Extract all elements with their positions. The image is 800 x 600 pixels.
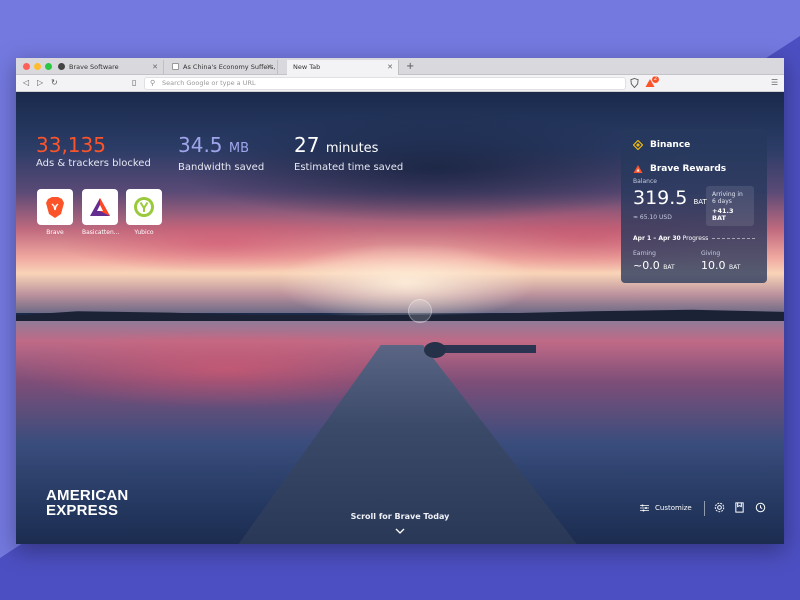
balance-section: Balance 319.5 BAT ≈ 65.10 USD: [633, 178, 707, 221]
address-placeholder: Search Google or type a URL: [162, 79, 256, 87]
back-icon[interactable]: ◁: [23, 77, 29, 89]
zoom-window-button[interactable]: [45, 63, 52, 70]
progress-period: Apr 1 – Apr 30 Progress: [633, 235, 755, 242]
menu-icon[interactable]: ☰: [771, 78, 778, 88]
rewards-card-header[interactable]: Brave Rewards: [633, 161, 755, 177]
divider: [704, 501, 705, 516]
balance-label: Balance: [633, 178, 657, 185]
rewards-widget: Binance Brave Rewards Balance 319.5 BAT …: [621, 129, 767, 283]
balance-value: 319.5 BAT: [633, 187, 707, 209]
bookmark-icon[interactable]: ▯: [132, 77, 136, 89]
github-icon: [58, 63, 65, 70]
customize-label: Customize: [655, 504, 692, 512]
top-site-label: Yubico: [134, 229, 154, 236]
scroll-prompt[interactable]: Scroll for Brave Today: [16, 512, 784, 521]
bandwidth-label: Bandwidth saved: [178, 162, 265, 173]
binance-card-header[interactable]: Binance: [633, 137, 755, 153]
top-site-yubico[interactable]: Yubico: [126, 189, 162, 236]
tab-strip: Brave Software ✕ As China's Economy Suff…: [16, 58, 784, 75]
pier: [436, 345, 536, 353]
tab-news-article[interactable]: As China's Economy Suffers, Xi F... ✕: [166, 60, 278, 75]
close-window-button[interactable]: [23, 63, 30, 70]
close-icon[interactable]: ✕: [387, 60, 393, 74]
time-saved-value: 27 minutes: [294, 133, 379, 157]
bookmarks-icon[interactable]: [734, 502, 745, 513]
history-icon[interactable]: [755, 502, 766, 513]
close-icon[interactable]: ✕: [152, 60, 158, 74]
balance-usd: ≈ 65.10 USD: [633, 214, 672, 221]
bat-triangle-icon: [82, 189, 118, 225]
window-controls: [23, 63, 52, 70]
period-label: Progress: [682, 235, 709, 242]
period-range: Apr 1 – Apr 30: [633, 235, 681, 242]
toolbar: ◁ ▷ ↻ ▯ ⚲ Search Google or type a URL 2 …: [16, 75, 784, 92]
settings-icon[interactable]: [714, 502, 725, 513]
rewards-title: Brave Rewards: [650, 164, 727, 174]
ads-blocked-label: Ads & trackers blocked: [36, 158, 151, 169]
close-icon[interactable]: ✕: [266, 60, 272, 74]
notification-badge: 2: [652, 76, 659, 83]
cursor-indicator: [408, 299, 432, 323]
tab-title: New Tab: [293, 63, 321, 71]
yubico-icon: [126, 189, 162, 225]
brave-shields-icon[interactable]: [630, 78, 639, 88]
sliders-icon: [640, 504, 649, 512]
binance-icon: [633, 140, 643, 150]
binance-title: Binance: [650, 140, 691, 150]
background-image: 33,135 Ads & trackers blocked 34.5 MB Ba…: [16, 93, 784, 544]
bandwidth-value: 34.5 MB: [178, 133, 250, 157]
boat: [424, 342, 446, 358]
earning-label: Earning: [633, 250, 656, 257]
chevron-down-icon[interactable]: [395, 527, 405, 535]
time-saved-stat: 27 minutes Estimated time saved: [294, 133, 403, 173]
earning-section: Earning ~0.0 BAT: [633, 250, 675, 272]
search-icon: ⚲: [150, 79, 156, 87]
top-site-label: Basicatten...: [82, 229, 120, 236]
address-bar[interactable]: ⚲ Search Google or type a URL: [144, 77, 626, 90]
arriving-box: Arriving in 6 days +41.3 BAT: [706, 186, 754, 226]
new-tab-button[interactable]: +: [406, 60, 414, 74]
sponsor-line1: AMERICAN: [46, 487, 129, 504]
arriving-amount: +41.3 BAT: [712, 207, 734, 222]
brave-lion-icon: [37, 189, 73, 225]
top-site-brave[interactable]: Brave: [37, 189, 73, 236]
giving-value: 10.0 BAT: [701, 259, 741, 272]
minimize-window-button[interactable]: [34, 63, 41, 70]
tab-brave-software[interactable]: Brave Software ✕: [52, 60, 164, 75]
divider: [712, 238, 755, 239]
browser-window: Brave Software ✕ As China's Economy Suff…: [16, 58, 784, 544]
tab-title: Brave Software: [69, 63, 119, 71]
bat-triangle-icon: [633, 165, 643, 173]
tab-new-tab[interactable]: New Tab ✕: [287, 60, 399, 75]
forward-icon[interactable]: ▷: [37, 77, 43, 89]
tab-title: As China's Economy Suffers, Xi F...: [183, 63, 277, 71]
giving-section: Giving 10.0 BAT: [701, 250, 740, 272]
ads-blocked-stat: 33,135 Ads & trackers blocked: [36, 133, 151, 169]
top-site-label: Brave: [46, 229, 64, 236]
top-site-basicattention[interactable]: Basicatten...: [82, 189, 120, 236]
customize-button[interactable]: Customize: [640, 504, 692, 512]
wsj-icon: [172, 63, 179, 70]
sunset-glow: [276, 243, 536, 323]
earning-value: ~0.0 BAT: [633, 259, 675, 272]
ads-blocked-count: 33,135: [36, 133, 106, 157]
arriving-label: Arriving in 6 days: [712, 191, 743, 205]
bandwidth-stat: 34.5 MB Bandwidth saved: [178, 133, 264, 173]
reload-icon[interactable]: ↻: [51, 77, 58, 89]
time-saved-label: Estimated time saved: [294, 162, 404, 173]
giving-label: Giving: [701, 250, 721, 257]
